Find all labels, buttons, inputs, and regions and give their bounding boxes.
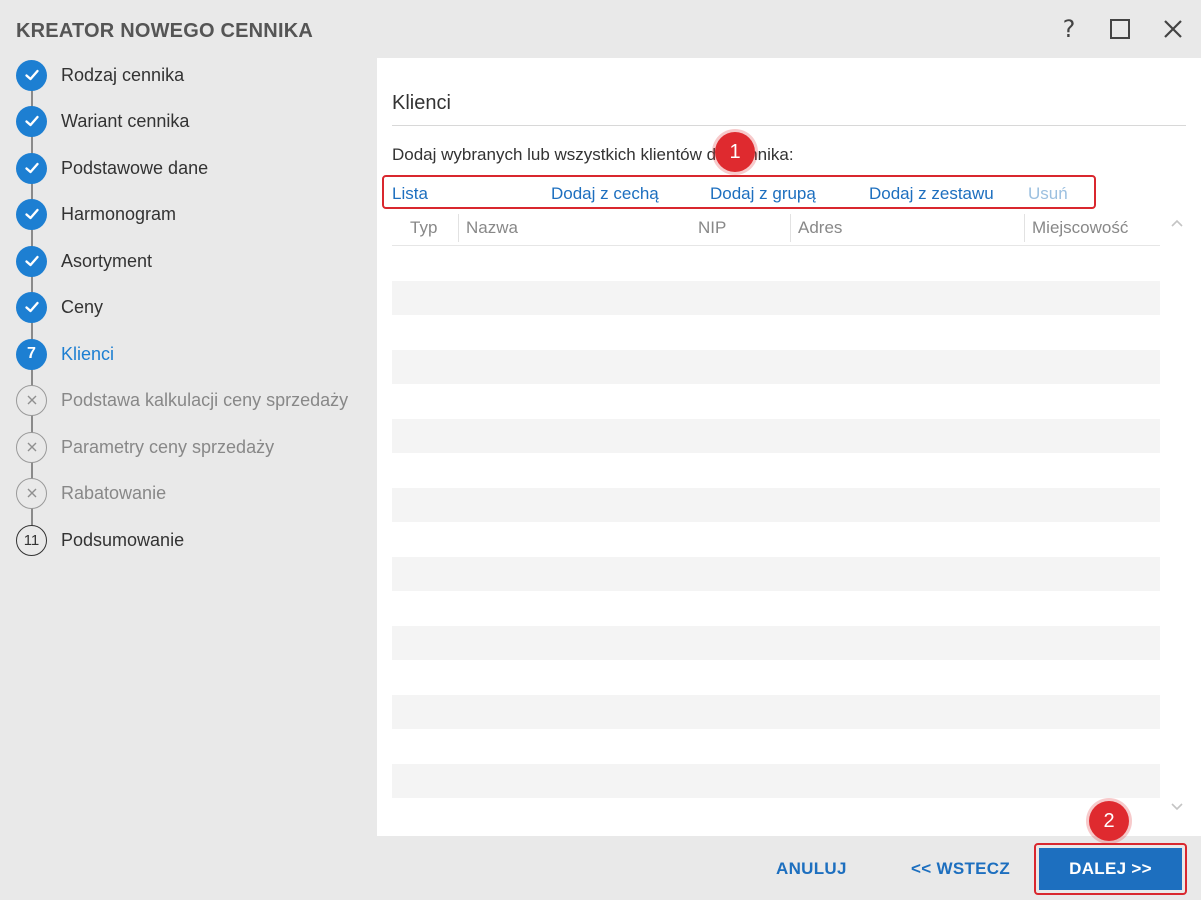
step-klienci[interactable]: 7 Klienci xyxy=(16,338,366,370)
step-label: Wariant cennika xyxy=(61,110,190,131)
x-icon xyxy=(16,477,47,509)
step-number-badge: 7 xyxy=(16,338,47,370)
remove-link[interactable]: Usuń xyxy=(1028,184,1068,204)
x-icon xyxy=(16,431,47,463)
check-icon xyxy=(16,291,47,323)
scroll-down-icon[interactable] xyxy=(1170,800,1184,814)
column-separator xyxy=(458,214,459,242)
step-number-badge: 11 xyxy=(16,524,47,556)
step-ceny[interactable]: Ceny xyxy=(16,291,366,323)
table-row[interactable] xyxy=(392,453,1160,488)
add-feature-link[interactable]: Dodaj z cechą xyxy=(551,184,659,204)
table-row[interactable] xyxy=(392,487,1160,522)
column-header-nip[interactable]: NIP xyxy=(698,218,726,238)
table-row[interactable] xyxy=(392,384,1160,419)
column-separator xyxy=(790,214,791,242)
table-row[interactable] xyxy=(392,349,1160,384)
check-icon xyxy=(16,105,47,137)
clients-grid[interactable]: Typ Nazwa NIP Adres Miejscowość xyxy=(392,210,1160,822)
list-link[interactable]: Lista xyxy=(392,184,428,204)
table-row[interactable] xyxy=(392,522,1160,557)
check-icon xyxy=(16,198,47,230)
step-label: Parametry ceny sprzedaży xyxy=(61,436,275,457)
step-parametry-ceny-sprzedaży[interactable]: Parametry ceny sprzedaży xyxy=(16,431,366,463)
table-row[interactable] xyxy=(392,418,1160,453)
window-title: KREATOR NOWEGO CENNIKA xyxy=(16,20,313,42)
table-row[interactable] xyxy=(392,660,1160,695)
table-row[interactable] xyxy=(392,763,1160,798)
step-podsumowanie[interactable]: 11 Podsumowanie xyxy=(16,524,366,556)
check-icon xyxy=(16,245,47,277)
column-header-address[interactable]: Adres xyxy=(798,218,842,238)
table-row[interactable] xyxy=(392,798,1160,822)
step-label: Klienci xyxy=(61,343,115,364)
table-row[interactable] xyxy=(392,625,1160,660)
check-icon xyxy=(16,152,47,184)
scroll-up-icon[interactable] xyxy=(1170,216,1184,230)
maximize-icon[interactable] xyxy=(1103,14,1137,44)
step-asortyment[interactable]: Asortyment xyxy=(16,245,366,277)
cancel-button[interactable]: ANULUJ xyxy=(776,859,847,879)
step-harmonogram[interactable]: Harmonogram xyxy=(16,198,366,230)
close-icon[interactable] xyxy=(1156,14,1190,44)
x-icon xyxy=(16,384,47,416)
table-row[interactable] xyxy=(392,729,1160,764)
table-row[interactable] xyxy=(392,694,1160,729)
step-label: Rabatowanie xyxy=(61,482,167,503)
step-podstawowe-dane[interactable]: Podstawowe dane xyxy=(16,152,366,184)
table-row[interactable] xyxy=(392,246,1160,281)
add-group-link[interactable]: Dodaj z grupą xyxy=(710,184,816,204)
grid-scrollbar[interactable] xyxy=(1166,210,1186,822)
add-set-link[interactable]: Dodaj z zestawu xyxy=(869,184,994,204)
step-label: Podsumowanie xyxy=(61,529,185,550)
table-row[interactable] xyxy=(392,280,1160,315)
wizard-steps: Rodzaj cennika Wariant cennika Podstawowe … xyxy=(0,58,376,578)
grid-header: Typ Nazwa NIP Adres Miejscowość xyxy=(392,210,1160,246)
section-title: Klienci xyxy=(392,92,451,114)
step-label: Podstawowe dane xyxy=(61,157,209,178)
step-label: Asortyment xyxy=(61,250,153,271)
annotation-marker-1: 1 xyxy=(715,132,755,172)
step-rodzaj-cennika[interactable]: Rodzaj cennika xyxy=(16,59,366,91)
main-panel: Klienci Dodaj wybranych lub wszystkich k… xyxy=(377,58,1201,836)
column-header-city[interactable]: Miejscowość xyxy=(1032,218,1128,238)
table-row[interactable] xyxy=(392,591,1160,626)
step-wariant-cennika[interactable]: Wariant cennika xyxy=(16,105,366,137)
section-divider xyxy=(392,125,1186,126)
step-label: Ceny xyxy=(61,296,104,317)
annotation-marker-2: 2 xyxy=(1089,801,1129,841)
next-button[interactable]: DALEJ >> xyxy=(1039,848,1182,890)
table-row[interactable] xyxy=(392,556,1160,591)
check-icon xyxy=(16,59,47,91)
step-podstawa-kalkulacji-ceny-sprzedaży[interactable]: Podstawa kalkulacji ceny sprzedaży xyxy=(16,384,366,416)
step-rabatowanie[interactable]: Rabatowanie xyxy=(16,477,366,509)
column-separator xyxy=(1024,214,1025,242)
title-bar: KREATOR NOWEGO CENNIKA ? xyxy=(0,0,1201,58)
help-icon[interactable]: ? xyxy=(1052,14,1086,44)
step-label: Harmonogram xyxy=(61,203,177,224)
table-row[interactable] xyxy=(392,315,1160,350)
step-label: Rodzaj cennika xyxy=(61,64,185,85)
column-header-type[interactable]: Typ xyxy=(410,218,437,238)
back-button[interactable]: << WSTECZ xyxy=(911,859,1010,879)
column-header-name[interactable]: Nazwa xyxy=(466,218,518,238)
step-label: Podstawa kalkulacji ceny sprzedaży xyxy=(61,389,349,410)
actions-highlight-box: Lista Dodaj z cechą Dodaj z grupą Dodaj … xyxy=(382,175,1096,209)
